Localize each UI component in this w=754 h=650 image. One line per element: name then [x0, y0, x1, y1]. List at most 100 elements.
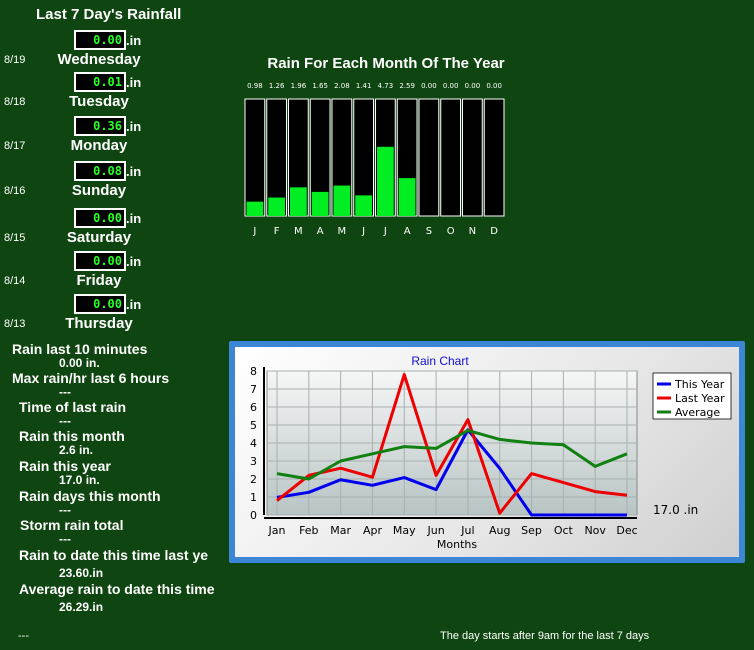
x-tick-label: May [393, 524, 416, 537]
day-name: Monday [70, 137, 128, 154]
month-value-label: 0.00 [443, 82, 459, 90]
x-tick-label: Apr [363, 524, 383, 537]
month-tick-label: A [404, 226, 411, 237]
stat-label: Rain last 10 minutes [12, 341, 148, 357]
rain-line-chart-svg: Rain Chart 0 1 2 3 4 5 6 7 8 Jan Feb Mar Apr May Jun Jul… [250, 354, 732, 551]
stat-label: Max rain/hr last 6 hours [12, 370, 170, 386]
day-date: 8/18 [4, 96, 26, 108]
day-date: 8/14 [4, 275, 26, 287]
month-bar [311, 191, 329, 216]
day-unit: .in [126, 164, 142, 179]
day-value-box: 0.08 [74, 161, 126, 181]
day-date: 8/15 [4, 232, 26, 244]
stat-label: Rain this month [19, 428, 125, 444]
stat-label: Rain days this month [19, 488, 161, 504]
stat-value: --- [59, 385, 71, 399]
rain-chart-panel: Rain Chart 0 1 2 3 4 5 6 7 8 Jan Feb Mar Apr May Jun Jul… [235, 347, 739, 557]
rain-chart-frame: Rain Chart 0 1 2 3 4 5 6 7 8 Jan Feb Mar Apr May Jun Jul… [229, 341, 745, 563]
month-value-label: 2.59 [399, 82, 415, 90]
page-title: Last 7 Day's Rainfall [36, 6, 182, 23]
month-bar [355, 195, 372, 216]
month-bar [333, 185, 351, 216]
day-name: Thursday [65, 315, 133, 332]
x-tick-label: Oct [554, 524, 574, 537]
stat-label: Rain to date this time last ye [19, 547, 209, 563]
stat-value: 23.60.in [59, 566, 104, 580]
stat-label: Time of last rain [19, 399, 127, 415]
day-unit: .in [126, 33, 142, 48]
y-tick-label: 2 [250, 473, 257, 486]
day-date: 8/19 [4, 54, 26, 66]
y-tick-label: 4 [250, 437, 257, 450]
month-tick-label: O [447, 226, 455, 237]
day-value-box: 0.00 [74, 30, 126, 50]
month-value-label: 0.00 [486, 82, 502, 90]
stat-value: 17.0 in. [59, 473, 100, 487]
month-tick-label: F [274, 226, 280, 237]
stat-label: Storm rain total [20, 517, 124, 533]
x-tick-label: Dec [616, 524, 637, 537]
x-tick-label: Sep [521, 524, 542, 537]
month-value-label: 1.96 [291, 82, 307, 90]
month-bar-cell [462, 98, 483, 217]
y-tick-label: 8 [250, 365, 257, 378]
day-date: 8/16 [4, 185, 26, 197]
month-value-label: 1.26 [269, 82, 285, 90]
month-bar [377, 146, 394, 216]
year-total-annotation: 17.0 .in [653, 503, 698, 517]
month-value-label: 0.00 [421, 82, 437, 90]
day-date: 8/17 [4, 140, 26, 152]
stat-value: 26.29.in [59, 600, 104, 614]
month-tick-label: S [426, 226, 432, 237]
month-tick-label: J [361, 226, 365, 237]
stat-label: Average rain to date this time [19, 581, 215, 597]
day-unit: .in [126, 119, 142, 134]
month-tick-label: M [338, 226, 347, 237]
y-tick-label: 5 [250, 419, 257, 432]
x-tick-label: Jun [426, 524, 444, 537]
month-bar [246, 201, 264, 216]
month-value-label: 1.65 [312, 82, 328, 90]
line-chart-title: Rain Chart [411, 354, 469, 368]
day-value-box: 0.00 [74, 251, 126, 271]
month-bar [398, 178, 416, 216]
day-name: Sunday [71, 182, 127, 199]
footer-note: The day starts after 9am for the last 7 … [440, 630, 650, 642]
day-unit: .in [126, 297, 142, 312]
day-value-box: 0.00 [74, 208, 126, 228]
day-name: Saturday [66, 229, 132, 246]
day-name: Wednesday [57, 51, 141, 68]
x-tick-label: Aug [489, 524, 510, 537]
legend-label: Last Year [675, 392, 725, 405]
y-tick-label: 3 [250, 455, 257, 468]
month-value-label: 1.41 [356, 82, 372, 90]
x-tick-label: Feb [299, 524, 318, 537]
month-bar-cell [244, 98, 266, 217]
day-unit: .in [126, 211, 142, 226]
day-value-box: 0.00 [74, 294, 126, 314]
y-tick-label: 7 [250, 383, 257, 396]
month-value-label: 4.73 [378, 82, 394, 90]
month-tick-label: J [252, 226, 256, 237]
monthly-rain-svg: Rain For Each Month Of The Year 0.98 J 1.26… [244, 55, 505, 237]
stat-label: Rain this year [19, 458, 111, 474]
month-value-label: 2.08 [334, 82, 350, 90]
month-value-label: 0.98 [247, 82, 263, 90]
month-tick-label: A [317, 226, 324, 237]
day-name: Tuesday [69, 93, 129, 110]
month-bar-cell [418, 98, 440, 217]
day-unit: .in [126, 254, 142, 269]
x-tick-label: Jan [268, 524, 286, 537]
stat-value: --- [59, 532, 71, 546]
day-unit: .in [126, 75, 142, 90]
day-date: 8/13 [4, 318, 26, 330]
monthly-rain-chart: Rain For Each Month Of The Year 0.98 J 1.26… [236, 52, 526, 247]
month-bar [290, 187, 307, 216]
month-tick-label: D [490, 226, 498, 237]
month-bar [268, 197, 285, 216]
x-tick-label: Jul [460, 524, 474, 537]
day-value-box: 0.01 [74, 72, 126, 92]
month-tick-label: J [383, 226, 387, 237]
stat-value: --- [59, 503, 71, 517]
month-bar-cell [440, 98, 461, 217]
